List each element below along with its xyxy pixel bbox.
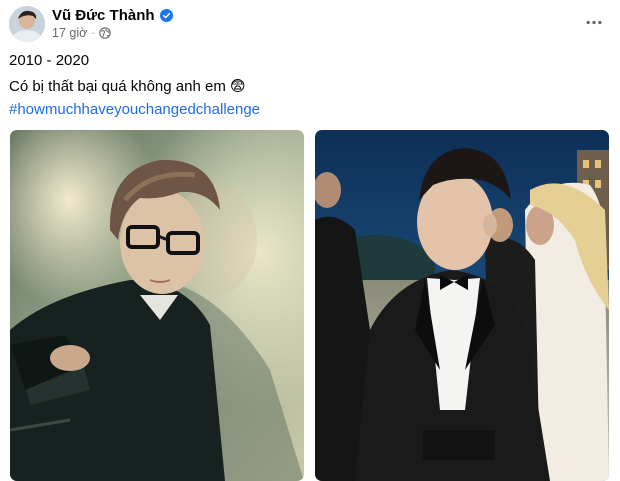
- photo-2010[interactable]: [10, 130, 304, 481]
- more-horizontal-icon: [586, 20, 602, 24]
- post-meta: 17 giờ ·: [52, 26, 111, 40]
- author-avatar[interactable]: [9, 6, 45, 42]
- author-name[interactable]: Vũ Đức Thành: [52, 7, 155, 24]
- verified-badge-icon: [159, 9, 173, 22]
- hashtag-link[interactable]: #howmuchhaveyouchangedchallenge: [9, 101, 260, 118]
- photo-2020[interactable]: [315, 130, 609, 481]
- more-options-button[interactable]: [582, 10, 606, 34]
- post-timestamp[interactable]: 17 giờ: [52, 26, 87, 40]
- meta-separator: ·: [91, 27, 95, 39]
- post-text-line-2: Có bị thất bại quá không anh em 😨: [9, 78, 246, 95]
- author-row: Vũ Đức Thành: [52, 7, 173, 24]
- globe-icon[interactable]: [98, 27, 111, 39]
- post-text-line-1: 2010 - 2020: [9, 52, 90, 69]
